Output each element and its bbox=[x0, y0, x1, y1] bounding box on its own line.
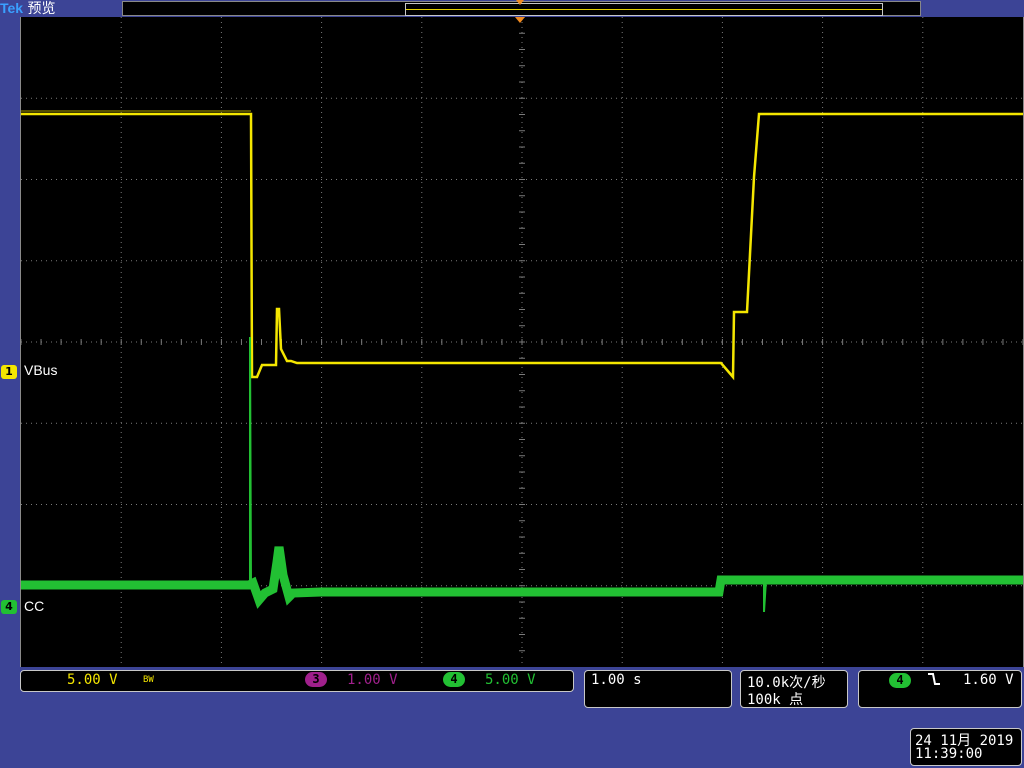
waveform-display[interactable] bbox=[20, 17, 1024, 667]
acquisition-mode: 预览 bbox=[27, 1, 56, 17]
record-trace-line bbox=[406, 9, 882, 10]
ch4-spikes bbox=[249, 336, 252, 586]
acquisition-panel[interactable]: 10.0k次/秒 100k 点 bbox=[740, 670, 848, 708]
ch1-badge[interactable]: 1 bbox=[27, 672, 49, 687]
falling-edge-icon bbox=[927, 671, 941, 691]
trigger-position-icon[interactable] bbox=[516, 0, 524, 5]
ch4-waveform bbox=[21, 546, 1023, 609]
record-view-window[interactable] bbox=[405, 3, 883, 16]
ch4-scale[interactable]: 5.00 V bbox=[485, 672, 536, 688]
brand: Tek 预览 bbox=[0, 0, 56, 17]
time: 11:39:00 bbox=[915, 746, 983, 762]
ch1-ground-marker[interactable]: 1 bbox=[1, 365, 17, 379]
trigger-source-badge: 4 bbox=[889, 673, 911, 688]
timebase-panel[interactable]: 1.00 s bbox=[584, 670, 732, 708]
record-length: 100k 点 bbox=[747, 692, 804, 708]
ch4-label: CC bbox=[24, 598, 45, 614]
top-bar: Tek 预览 bbox=[0, 0, 1024, 17]
trigger-panel[interactable]: 4 1.60 V bbox=[858, 670, 1022, 708]
ch1-scale[interactable]: 5.00 V bbox=[67, 672, 118, 688]
ch1-label: VBus bbox=[24, 362, 58, 378]
trigger-point-marker-icon bbox=[515, 17, 525, 23]
ch3-scale[interactable]: 1.00 V bbox=[347, 672, 398, 688]
timebase-value: 1.00 s bbox=[591, 672, 642, 688]
ch4-ground-marker[interactable]: 4 bbox=[1, 600, 17, 614]
ch1-waveform bbox=[21, 112, 1023, 381]
channel-status-panel[interactable]: 1 5.00 V BW 3 1.00 V 4 5.00 V bbox=[20, 670, 574, 692]
waveforms bbox=[21, 110, 1023, 613]
trigger-level: 1.60 V bbox=[963, 672, 1014, 688]
tek-logo: Tek bbox=[0, 0, 24, 16]
ch1-bw-icon: BW bbox=[143, 675, 154, 685]
ch4-badge[interactable]: 4 bbox=[443, 672, 465, 687]
datetime-panel: 24 11月 2019 11:39:00 bbox=[910, 728, 1022, 766]
ch4-spike-2 bbox=[763, 579, 767, 613]
ch3-badge[interactable]: 3 bbox=[305, 672, 327, 687]
